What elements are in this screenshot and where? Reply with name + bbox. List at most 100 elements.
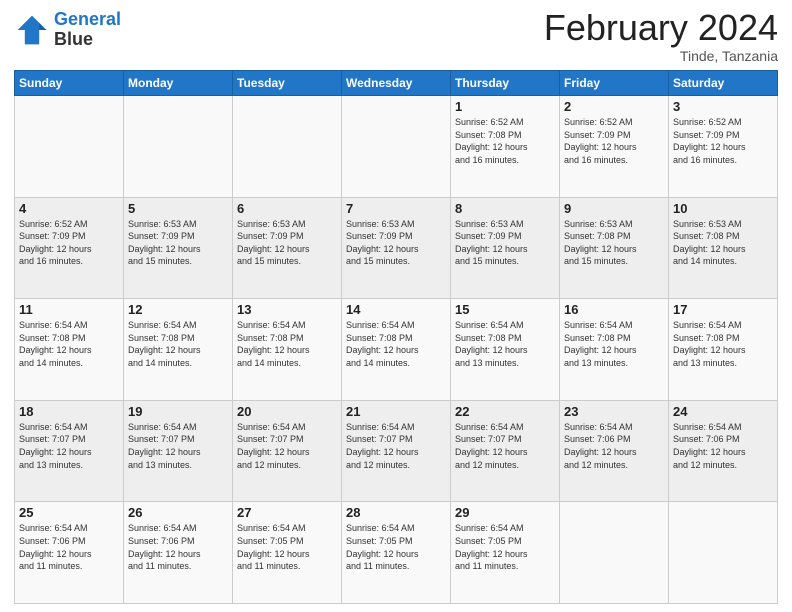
calendar-cell: 19 Sunrise: 6:54 AM Sunset: 7:07 PM Dayli… xyxy=(124,400,233,502)
calendar-week-3: 11Sunrise: 6:54 AM Sunset: 7:08 PM Dayli… xyxy=(15,299,778,401)
day-number: 10 xyxy=(673,201,773,216)
calendar-cell: 27 Sunrise: 6:54 AM Sunset: 7:05 PM Dayli… xyxy=(233,502,342,604)
day-info: Sunrise: 6:54 AM Sunset: 7:07 PM Dayligh… xyxy=(346,421,446,471)
day-info: Sunrise: 6:52 AM Sunset: 7:09 PM Dayligh… xyxy=(564,116,664,166)
day-info: Sunrise: 6:54 AM Sunset: 7:08 PM Dayligh… xyxy=(237,319,337,369)
calendar-cell: 5 Sunrise: 6:53 AM Sunset: 7:09 PM Daylig… xyxy=(124,197,233,299)
calendar-header-thursday: Thursday xyxy=(451,71,560,96)
day-info: Sunrise: 6:54 AM Sunset: 7:06 PM Dayligh… xyxy=(19,522,119,572)
calendar-cell xyxy=(124,96,233,198)
title-block: February 2024 Tinde, Tanzania xyxy=(544,10,778,64)
calendar-cell: 11Sunrise: 6:54 AM Sunset: 7:08 PM Dayli… xyxy=(15,299,124,401)
day-number: 4 xyxy=(19,201,119,216)
header: General Blue February 2024 Tinde, Tanzan… xyxy=(14,10,778,64)
calendar-week-5: 25 Sunrise: 6:54 AM Sunset: 7:06 PM Dayli… xyxy=(15,502,778,604)
calendar-cell: 16 Sunrise: 6:54 AM Sunset: 7:08 PM Dayli… xyxy=(560,299,669,401)
day-info: Sunrise: 6:52 AM Sunset: 7:09 PM Dayligh… xyxy=(19,218,119,268)
calendar-cell: 7 Sunrise: 6:53 AM Sunset: 7:09 PM Daylig… xyxy=(342,197,451,299)
day-number: 2 xyxy=(564,99,664,114)
day-info: Sunrise: 6:54 AM Sunset: 7:06 PM Dayligh… xyxy=(673,421,773,471)
day-info: Sunrise: 6:54 AM Sunset: 7:05 PM Dayligh… xyxy=(346,522,446,572)
day-number: 14 xyxy=(346,302,446,317)
calendar-header-wednesday: Wednesday xyxy=(342,71,451,96)
calendar-cell: 8 Sunrise: 6:53 AM Sunset: 7:09 PM Daylig… xyxy=(451,197,560,299)
calendar-cell: 25 Sunrise: 6:54 AM Sunset: 7:06 PM Dayli… xyxy=(15,502,124,604)
calendar-week-4: 18Sunrise: 6:54 AM Sunset: 7:07 PM Dayli… xyxy=(15,400,778,502)
calendar-cell xyxy=(233,96,342,198)
day-number: 7 xyxy=(346,201,446,216)
calendar-cell: 3 Sunrise: 6:52 AM Sunset: 7:09 PM Daylig… xyxy=(669,96,778,198)
calendar-cell: 13 Sunrise: 6:54 AM Sunset: 7:08 PM Dayli… xyxy=(233,299,342,401)
calendar-header-monday: Monday xyxy=(124,71,233,96)
day-number: 3 xyxy=(673,99,773,114)
day-info: Sunrise: 6:54 AM Sunset: 7:08 PM Dayligh… xyxy=(346,319,446,369)
calendar-header-friday: Friday xyxy=(560,71,669,96)
calendar-cell xyxy=(560,502,669,604)
logo: General Blue xyxy=(14,10,121,50)
calendar-cell xyxy=(15,96,124,198)
month-title: February 2024 xyxy=(544,10,778,46)
day-number: 23 xyxy=(564,404,664,419)
day-info: Sunrise: 6:54 AM Sunset: 7:07 PM Dayligh… xyxy=(455,421,555,471)
day-info: Sunrise: 6:54 AM Sunset: 7:06 PM Dayligh… xyxy=(564,421,664,471)
day-number: 22 xyxy=(455,404,555,419)
day-info: Sunrise: 6:53 AM Sunset: 7:09 PM Dayligh… xyxy=(237,218,337,268)
calendar-cell: 1 Sunrise: 6:52 AM Sunset: 7:08 PM Daylig… xyxy=(451,96,560,198)
calendar-cell: 24 Sunrise: 6:54 AM Sunset: 7:06 PM Dayli… xyxy=(669,400,778,502)
day-number: 21 xyxy=(346,404,446,419)
calendar-table: SundayMondayTuesdayWednesdayThursdayFrid… xyxy=(14,70,778,604)
day-number: 6 xyxy=(237,201,337,216)
day-info: Sunrise: 6:53 AM Sunset: 7:08 PM Dayligh… xyxy=(673,218,773,268)
day-info: Sunrise: 6:52 AM Sunset: 7:09 PM Dayligh… xyxy=(673,116,773,166)
day-number: 28 xyxy=(346,505,446,520)
logo-icon xyxy=(14,12,50,48)
calendar-cell: 29Sunrise: 6:54 AM Sunset: 7:05 PM Dayli… xyxy=(451,502,560,604)
day-number: 17 xyxy=(673,302,773,317)
calendar-cell: 6 Sunrise: 6:53 AM Sunset: 7:09 PM Daylig… xyxy=(233,197,342,299)
day-info: Sunrise: 6:53 AM Sunset: 7:09 PM Dayligh… xyxy=(455,218,555,268)
calendar-header-tuesday: Tuesday xyxy=(233,71,342,96)
day-info: Sunrise: 6:54 AM Sunset: 7:07 PM Dayligh… xyxy=(128,421,228,471)
calendar-cell: 22 Sunrise: 6:54 AM Sunset: 7:07 PM Dayli… xyxy=(451,400,560,502)
calendar-cell: 21 Sunrise: 6:54 AM Sunset: 7:07 PM Dayli… xyxy=(342,400,451,502)
calendar-cell: 12 Sunrise: 6:54 AM Sunset: 7:08 PM Dayli… xyxy=(124,299,233,401)
calendar-cell: 9 Sunrise: 6:53 AM Sunset: 7:08 PM Daylig… xyxy=(560,197,669,299)
day-number: 27 xyxy=(237,505,337,520)
day-number: 24 xyxy=(673,404,773,419)
day-info: Sunrise: 6:54 AM Sunset: 7:08 PM Dayligh… xyxy=(564,319,664,369)
calendar-cell: 17Sunrise: 6:54 AM Sunset: 7:08 PM Dayli… xyxy=(669,299,778,401)
day-info: Sunrise: 6:54 AM Sunset: 7:08 PM Dayligh… xyxy=(128,319,228,369)
day-info: Sunrise: 6:54 AM Sunset: 7:05 PM Dayligh… xyxy=(237,522,337,572)
day-info: Sunrise: 6:53 AM Sunset: 7:09 PM Dayligh… xyxy=(346,218,446,268)
calendar-cell: 26Sunrise: 6:54 AM Sunset: 7:06 PM Dayli… xyxy=(124,502,233,604)
calendar-cell: 28 Sunrise: 6:54 AM Sunset: 7:05 PM Dayli… xyxy=(342,502,451,604)
day-number: 16 xyxy=(564,302,664,317)
page: General Blue February 2024 Tinde, Tanzan… xyxy=(0,0,792,612)
day-number: 13 xyxy=(237,302,337,317)
calendar-cell: 14 Sunrise: 6:54 AM Sunset: 7:08 PM Dayli… xyxy=(342,299,451,401)
day-info: Sunrise: 6:53 AM Sunset: 7:09 PM Dayligh… xyxy=(128,218,228,268)
day-number: 19 xyxy=(128,404,228,419)
day-info: Sunrise: 6:54 AM Sunset: 7:05 PM Dayligh… xyxy=(455,522,555,572)
day-number: 5 xyxy=(128,201,228,216)
calendar-cell: 18Sunrise: 6:54 AM Sunset: 7:07 PM Dayli… xyxy=(15,400,124,502)
calendar-header-saturday: Saturday xyxy=(669,71,778,96)
location: Tinde, Tanzania xyxy=(544,48,778,64)
day-number: 25 xyxy=(19,505,119,520)
calendar-cell: 10 Sunrise: 6:53 AM Sunset: 7:08 PM Dayli… xyxy=(669,197,778,299)
calendar-header-sunday: Sunday xyxy=(15,71,124,96)
day-number: 1 xyxy=(455,99,555,114)
day-info: Sunrise: 6:54 AM Sunset: 7:07 PM Dayligh… xyxy=(237,421,337,471)
calendar-cell: 2 Sunrise: 6:52 AM Sunset: 7:09 PM Daylig… xyxy=(560,96,669,198)
day-number: 12 xyxy=(128,302,228,317)
day-info: Sunrise: 6:52 AM Sunset: 7:08 PM Dayligh… xyxy=(455,116,555,166)
day-number: 9 xyxy=(564,201,664,216)
day-info: Sunrise: 6:54 AM Sunset: 7:08 PM Dayligh… xyxy=(19,319,119,369)
calendar-cell: 20 Sunrise: 6:54 AM Sunset: 7:07 PM Dayli… xyxy=(233,400,342,502)
day-number: 8 xyxy=(455,201,555,216)
day-info: Sunrise: 6:53 AM Sunset: 7:08 PM Dayligh… xyxy=(564,218,664,268)
day-number: 20 xyxy=(237,404,337,419)
calendar-week-1: 1 Sunrise: 6:52 AM Sunset: 7:08 PM Daylig… xyxy=(15,96,778,198)
calendar-cell: 4 Sunrise: 6:52 AM Sunset: 7:09 PM Daylig… xyxy=(15,197,124,299)
calendar-cell: 23 Sunrise: 6:54 AM Sunset: 7:06 PM Dayli… xyxy=(560,400,669,502)
